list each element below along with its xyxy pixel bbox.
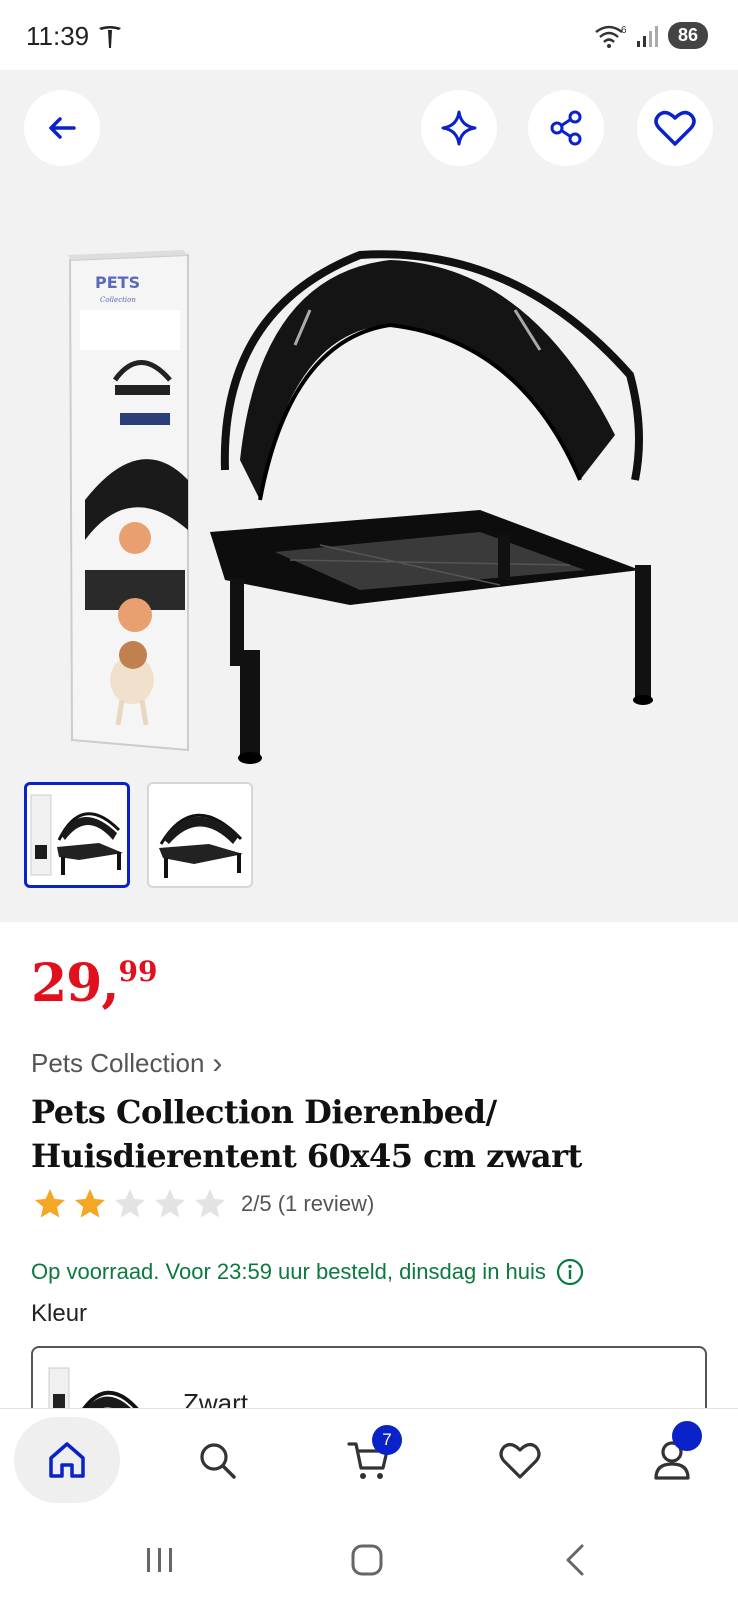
thumbnail-image <box>30 794 123 876</box>
chevron-right-icon: › <box>212 1046 223 1080</box>
product-gallery: PETS Collection <box>0 70 738 922</box>
svg-text:PETS: PETS <box>95 273 140 292</box>
wifi-icon: 6 <box>595 25 627 48</box>
recent-apps-button[interactable] <box>130 1540 190 1580</box>
back-button[interactable] <box>24 90 100 166</box>
system-home-icon <box>351 1544 383 1576</box>
brand-label: Pets Collection <box>31 1048 205 1078</box>
heart-icon <box>499 1443 541 1479</box>
svg-text:Collection: Collection <box>100 296 136 304</box>
share-icon <box>550 110 582 146</box>
status-bar: 11:39 6 86 <box>0 0 738 70</box>
nav-home[interactable] <box>14 1417 120 1503</box>
notification-dot <box>672 1421 702 1451</box>
status-indicators: 6 86 <box>594 22 708 49</box>
star-icon <box>115 1189 145 1218</box>
nav-wishlist[interactable] <box>467 1417 573 1503</box>
svg-text:6: 6 <box>621 25 627 36</box>
nav-account[interactable] <box>619 1417 725 1503</box>
home-icon <box>49 1442 85 1478</box>
heart-icon <box>654 110 696 146</box>
packaging-box: PETS Collection <box>68 250 189 752</box>
back-arrow-icon <box>49 117 76 139</box>
info-icon[interactable] <box>556 1258 584 1286</box>
product-price: 29,99 <box>31 953 157 1014</box>
star-icon <box>155 1189 185 1218</box>
pet-bed <box>210 250 653 764</box>
nav-search[interactable] <box>164 1417 270 1503</box>
share-button[interactable] <box>528 90 604 166</box>
recent-apps-icon <box>147 1548 172 1572</box>
star-icon <box>195 1189 225 1218</box>
cart-count-badge: 7 <box>372 1425 402 1455</box>
product-title: Pets Collection Dierenbed/ Huisdierenten… <box>31 1093 582 1175</box>
stock-text: Op voorraad. Voor 23:59 uur besteld, din… <box>31 1259 546 1284</box>
status-time: 11:39 <box>26 21 90 51</box>
rating-stars <box>31 1186 229 1222</box>
system-back-button[interactable] <box>545 1540 605 1580</box>
brand-link[interactable]: Pets Collection › <box>31 1048 222 1079</box>
system-back-icon <box>566 1544 584 1576</box>
search-icon <box>200 1443 236 1479</box>
star-icon <box>75 1189 105 1218</box>
product-main-image[interactable]: PETS Collection <box>60 180 690 780</box>
price-euros: 29, <box>31 953 119 1014</box>
rating-row[interactable]: 2/5 (1 review) <box>31 1186 374 1222</box>
variant-label: Kleur <box>31 1300 88 1327</box>
stock-status: Op voorraad. Voor 23:59 uur besteld, din… <box>31 1258 584 1286</box>
ai-assistant-button[interactable] <box>421 90 497 166</box>
star-icon <box>35 1189 65 1218</box>
rating-text: 2/5 (1 review) <box>241 1191 375 1216</box>
price-cents: 99 <box>118 955 158 988</box>
gallery-thumbnail-2[interactable] <box>147 782 253 888</box>
system-navigation <box>0 1520 738 1600</box>
system-home-button[interactable] <box>337 1540 397 1580</box>
battery-indicator: 86 <box>667 22 708 49</box>
tesla-icon <box>99 26 121 48</box>
wishlist-button[interactable] <box>637 90 713 166</box>
nav-cart[interactable]: 7 <box>316 1417 422 1503</box>
thumbnail-image <box>159 813 243 878</box>
sparkle-icon <box>441 110 477 146</box>
bottom-navigation: 7 <box>0 1408 738 1520</box>
signal-icon <box>636 25 658 47</box>
gallery-thumbnail-1[interactable] <box>24 782 130 888</box>
